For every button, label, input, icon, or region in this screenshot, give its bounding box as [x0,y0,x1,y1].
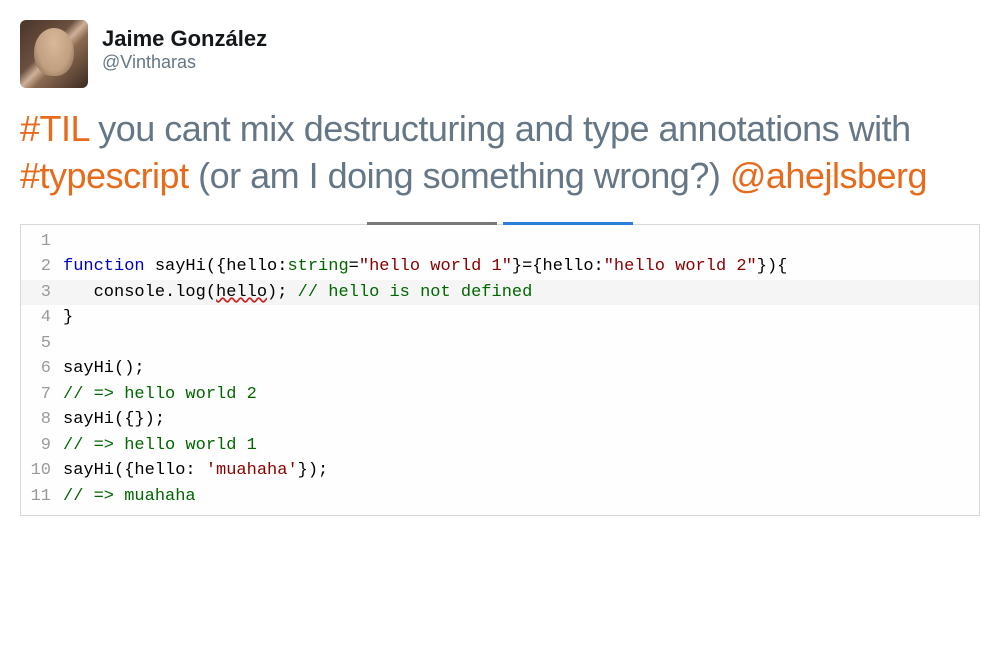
mention[interactable]: @ahejlsberg [730,155,927,196]
line-number: 2 [21,254,59,280]
code-token: } [63,308,73,327]
code-token: // => hello world 2 [63,385,257,404]
code-line: 6sayHi(); [21,356,979,382]
code-token: sayHi({hello: [63,461,206,480]
line-content [59,229,63,255]
tweet-text-fragment: you cant mix destructuring and type anno… [89,108,911,149]
code-token: function [63,257,145,276]
display-name[interactable]: Jaime González [102,26,267,52]
user-names: Jaime González @Vintharas [102,20,267,74]
line-content: // => hello world 2 [59,382,257,408]
avatar-image [34,28,74,76]
loading-blue [503,222,633,225]
line-number: 11 [21,484,59,510]
code-token: // => muahaha [63,487,196,506]
code-token: "hello world 1" [359,257,512,276]
code-line: 3 console.log(hello); // hello is not de… [21,280,979,306]
code-token: console.log( [63,283,216,302]
code-token: ); [267,283,298,302]
line-number: 10 [21,458,59,484]
code-line: 5 [21,331,979,357]
tweet-text: #TIL you cant mix destructuring and type… [20,106,980,200]
line-number: 9 [21,433,59,459]
code-line: 8sayHi({}); [21,407,979,433]
line-number: 4 [21,305,59,331]
avatar[interactable] [20,20,88,88]
line-content: sayHi(); [59,356,145,382]
tweet-header: Jaime González @Vintharas [20,20,980,88]
tweet-card: Jaime González @Vintharas #TIL you cant … [20,20,980,516]
code-token: hello [216,283,267,302]
code-token: string [287,257,348,276]
loading-gray [367,222,497,225]
line-content: // => hello world 1 [59,433,257,459]
line-number: 5 [21,331,59,357]
user-handle[interactable]: @Vintharas [102,52,267,74]
line-content: sayHi({hello: 'muahaha'}); [59,458,328,484]
code-token: = [349,257,359,276]
line-number: 7 [21,382,59,408]
line-content: sayHi({}); [59,407,165,433]
code-token: sayHi(); [63,359,145,378]
code-token: // => hello world 1 [63,436,257,455]
code-block: 12function sayHi({hello:string="hello wo… [21,225,979,516]
code-line: 7// => hello world 2 [21,382,979,408]
code-line: 4} [21,305,979,331]
code-token: // hello is not defined [298,283,533,302]
code-line: 1 [21,229,979,255]
line-content: // => muahaha [59,484,196,510]
hashtag[interactable]: #TIL [20,108,89,149]
code-embed: 12function sayHi({hello:string="hello wo… [20,224,980,517]
line-number: 6 [21,356,59,382]
code-token: }){ [757,257,788,276]
line-number: 1 [21,229,59,255]
line-content: } [59,305,73,331]
code-token: sayHi({hello: [145,257,288,276]
code-token: 'muahaha' [206,461,298,480]
code-token: }); [298,461,329,480]
hashtag[interactable]: #typescript [20,155,189,196]
line-number: 8 [21,407,59,433]
tweet-text-fragment: (or am I doing something wrong?) [189,155,730,196]
code-token: "hello world 2" [604,257,757,276]
line-content: function sayHi({hello:string="hello worl… [59,254,787,280]
code-token: }={hello: [512,257,604,276]
code-line: 11// => muahaha [21,484,979,510]
line-number: 3 [21,280,59,306]
line-content: console.log(hello); // hello is not defi… [59,280,532,306]
loading-bar [21,222,979,225]
code-line: 2function sayHi({hello:string="hello wor… [21,254,979,280]
code-line: 10sayHi({hello: 'muahaha'}); [21,458,979,484]
line-content [59,331,63,357]
code-token: sayHi({}); [63,410,165,429]
code-line: 9// => hello world 1 [21,433,979,459]
